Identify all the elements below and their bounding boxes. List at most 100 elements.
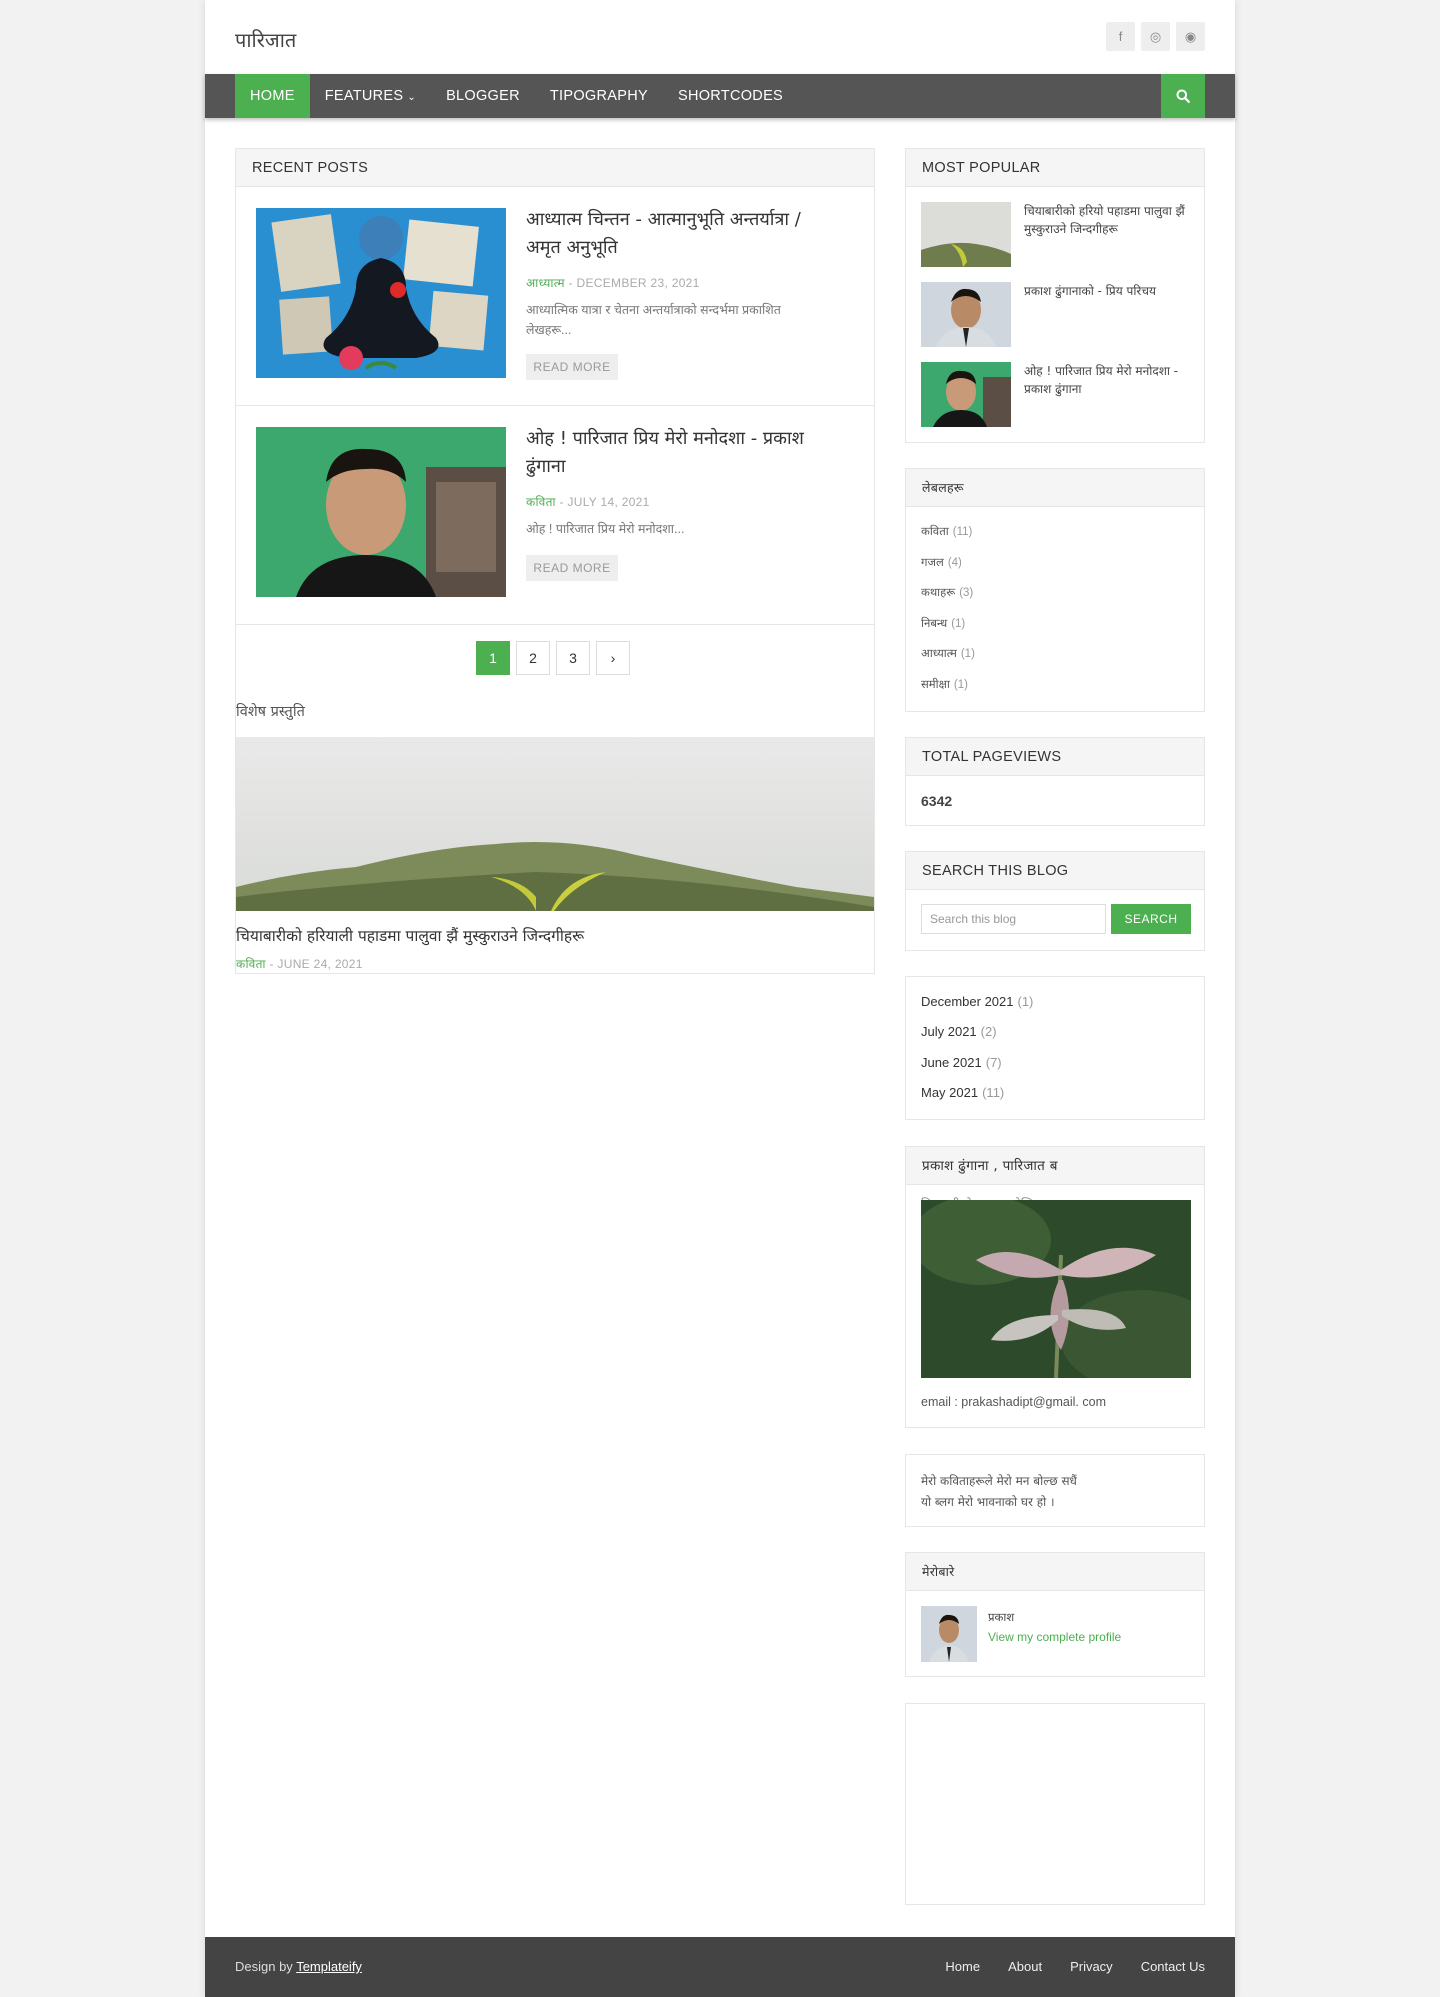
label-count: (4) bbox=[947, 557, 962, 569]
main-nav: HOME FEATURES ⌄ BLOGGER TIPOGRAPHY SHORTC… bbox=[205, 74, 1235, 118]
text-widget-line1: मेरो कविताहरूले मेरो मन बोल्छ सधैं bbox=[921, 1474, 1077, 1488]
search-widget: SEARCH THIS BLOG Search this blog SEARCH bbox=[905, 851, 1205, 951]
label-count: (1) bbox=[960, 648, 975, 660]
label-item[interactable]: कथाहरू (3) bbox=[921, 585, 973, 600]
nav-item-tipography[interactable]: TIPOGRAPHY bbox=[535, 74, 663, 118]
footer-link-contact[interactable]: Contact Us bbox=[1141, 1959, 1205, 1974]
popular-post-thumbnail[interactable] bbox=[921, 282, 1011, 347]
label-name[interactable]: निबन्ध bbox=[921, 618, 947, 630]
featured-image[interactable] bbox=[236, 737, 874, 911]
design-by-text: Design by bbox=[235, 1959, 297, 1974]
nav-item-blogger[interactable]: BLOGGER bbox=[431, 74, 535, 118]
search-heading: SEARCH THIS BLOG bbox=[906, 852, 1204, 890]
nav-item-home[interactable]: HOME bbox=[235, 74, 310, 118]
nav-search-button[interactable] bbox=[1161, 74, 1205, 118]
post-title[interactable]: ओह ! पारिजात प्रिय मेरो मनोदशा - प्रकाश … bbox=[526, 425, 826, 481]
post-card: आध्यात्म चिन्तन - आत्मानुभूति अन्तर्यात्… bbox=[236, 188, 874, 406]
archive-month[interactable]: May 2021 bbox=[921, 1085, 978, 1100]
templateify-link[interactable]: Templateify bbox=[296, 1959, 362, 1974]
search-icon bbox=[1176, 89, 1190, 103]
label-item[interactable]: निबन्ध (1) bbox=[921, 616, 965, 631]
archive-count: (1) bbox=[1017, 994, 1034, 1009]
about-heading: प्रकाश ढुंगाना , पारिजात ब bbox=[906, 1147, 1204, 1185]
archive-item[interactable]: December 2021 (1) bbox=[921, 994, 1033, 1009]
post-date: - DECEMBER 23, 2021 bbox=[568, 276, 700, 290]
post-card: ओह ! पारिजात प्रिय मेरो मनोदशा - प्रकाश … bbox=[236, 407, 874, 625]
label-name[interactable]: कविता bbox=[921, 526, 949, 538]
popular-post-item[interactable]: प्रकाश ढुंगानाको - प्रिय परिचय bbox=[921, 282, 1191, 347]
popular-post-thumbnail[interactable] bbox=[921, 362, 1011, 427]
labels-widget: लेबलहरू कविता (11) गजल (4) कथाहरू (3) निबन्… bbox=[905, 468, 1205, 712]
archive-month[interactable]: December 2021 bbox=[921, 994, 1014, 1009]
search-input[interactable]: Search this blog bbox=[921, 904, 1106, 934]
popular-post-item[interactable]: चियाबारीको हरियो पहाडमा पालुवा झैं मुस्क… bbox=[921, 202, 1191, 267]
page-container: पारिजात f ◎ ◉ HOME FEATURES ⌄ BLOGGER TIP… bbox=[205, 0, 1235, 1997]
featured-label: विशेष प्रस्तुति bbox=[236, 704, 305, 720]
post-label[interactable]: आध्यात्म bbox=[526, 276, 565, 290]
page-link-2[interactable]: 2 bbox=[516, 641, 550, 675]
archive-count: (11) bbox=[982, 1085, 1005, 1100]
post-meta: आध्यात्म - DECEMBER 23, 2021 bbox=[526, 274, 700, 291]
text-widget-line2: यो ब्लग मेरो भावनाको घर हो । bbox=[921, 1495, 1055, 1509]
post-label[interactable]: कविता bbox=[526, 495, 556, 509]
label-name[interactable]: आध्यात्म bbox=[921, 648, 957, 660]
label-item[interactable]: समीक्षा (1) bbox=[921, 677, 968, 692]
featured-title[interactable]: चियाबारीको हरियाली पहाडमा पालुवा झैं मुस… bbox=[236, 924, 584, 946]
read-more-button[interactable]: READ MORE bbox=[526, 555, 618, 581]
avatar[interactable] bbox=[921, 1606, 977, 1662]
archive-item[interactable]: July 2021 (2) bbox=[921, 1024, 997, 1039]
label-count: (11) bbox=[952, 526, 973, 538]
post-thumbnail[interactable] bbox=[256, 208, 506, 378]
featured-date: - JUNE 24, 2021 bbox=[269, 957, 363, 971]
footer-links: Home About Privacy Contact Us bbox=[945, 1959, 1205, 1974]
nav-item-shortcodes[interactable]: SHORTCODES bbox=[663, 74, 798, 118]
popular-post-thumbnail[interactable] bbox=[921, 202, 1011, 267]
read-more-button[interactable]: READ MORE bbox=[526, 354, 618, 380]
featured-meta: कविता - JUNE 24, 2021 bbox=[236, 955, 363, 972]
label-item[interactable]: कविता (11) bbox=[921, 524, 972, 539]
archive-month[interactable]: July 2021 bbox=[921, 1024, 977, 1039]
archive-item[interactable]: May 2021 (11) bbox=[921, 1085, 1004, 1100]
recent-posts-heading: RECENT POSTS bbox=[236, 149, 874, 187]
label-name[interactable]: समीक्षा bbox=[921, 679, 950, 691]
label-count: (1) bbox=[953, 679, 968, 691]
page-link-3[interactable]: 3 bbox=[556, 641, 590, 675]
nav-menu: HOME FEATURES ⌄ BLOGGER TIPOGRAPHY SHORTC… bbox=[235, 74, 798, 118]
footer-link-privacy[interactable]: Privacy bbox=[1070, 1959, 1113, 1974]
archive-count: (2) bbox=[980, 1024, 997, 1039]
post-thumbnail[interactable] bbox=[256, 427, 506, 597]
popular-post-title[interactable]: ओह ! पारिजात प्रिय मेरो मनोदशा - प्रकाश … bbox=[1024, 362, 1189, 398]
popular-post-title[interactable]: प्रकाश ढुंगानाको - प्रिय परिचय bbox=[1024, 282, 1189, 300]
about-image bbox=[921, 1200, 1191, 1378]
page-link-1[interactable]: 1 bbox=[476, 641, 510, 675]
text-widget: मेरो कविताहरूले मेरो मन बोल्छ सधैं यो ब्… bbox=[905, 1454, 1205, 1527]
site-title[interactable]: पारिजात bbox=[235, 26, 296, 53]
featured-category[interactable]: कविता bbox=[236, 957, 266, 971]
search-button[interactable]: SEARCH bbox=[1111, 904, 1191, 934]
instagram-icon[interactable]: ◎ bbox=[1141, 22, 1170, 51]
view-profile-link[interactable]: View my complete profile bbox=[988, 1630, 1121, 1644]
pageviews-widget: TOTAL PAGEVIEWS 6342 bbox=[905, 737, 1205, 826]
nav-item-features[interactable]: FEATURES ⌄ bbox=[310, 74, 431, 118]
post-snippet: आध्यात्मिक यात्रा र चेतना अन्तर्यात्राको… bbox=[526, 303, 781, 337]
archive-item[interactable]: June 2021 (7) bbox=[921, 1055, 1002, 1070]
archive-month[interactable]: June 2021 bbox=[921, 1055, 982, 1070]
post-title[interactable]: आध्यात्म चिन्तन - आत्मानुभूति अन्तर्यात्… bbox=[526, 206, 826, 262]
popular-post-title[interactable]: चियाबारीको हरियो पहाडमा पालुवा झैं मुस्क… bbox=[1024, 202, 1189, 238]
label-name[interactable]: गजल bbox=[921, 557, 944, 569]
label-count: (3) bbox=[959, 587, 974, 599]
messenger-icon[interactable]: ◉ bbox=[1176, 22, 1205, 51]
facebook-icon[interactable]: f bbox=[1106, 22, 1135, 51]
profile-name[interactable]: प्रकाश bbox=[988, 1610, 1014, 1625]
label-name[interactable]: कथाहरू bbox=[921, 587, 955, 599]
label-count: (1) bbox=[951, 618, 966, 630]
popular-post-item[interactable]: ओह ! पारिजात प्रिय मेरो मनोदशा - प्रकाश … bbox=[921, 362, 1191, 427]
footer-link-about[interactable]: About bbox=[1008, 1959, 1042, 1974]
label-item[interactable]: आध्यात्म (1) bbox=[921, 646, 975, 661]
archive-widget: December 2021 (1) July 2021 (2) June 2021(… bbox=[905, 976, 1205, 1120]
footer-link-home[interactable]: Home bbox=[945, 1959, 980, 1974]
label-item[interactable]: गजल (4) bbox=[921, 555, 962, 570]
next-page-chevron-icon[interactable]: › bbox=[596, 641, 630, 675]
pageviews-count: 6342 bbox=[921, 793, 953, 809]
archive-count: (7) bbox=[985, 1055, 1002, 1070]
